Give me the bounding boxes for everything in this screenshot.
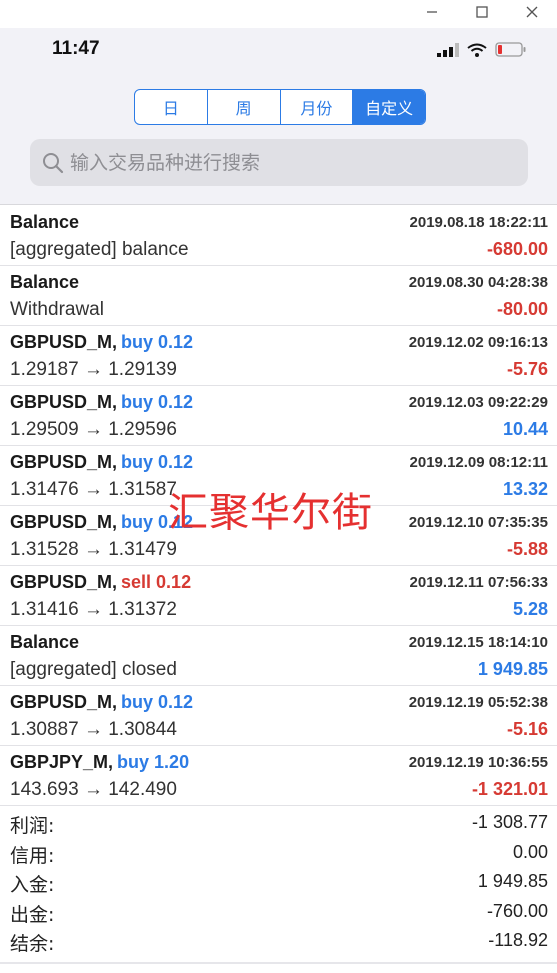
row-action: buy 0.12	[121, 692, 194, 712]
row-date: 2019.12.19 10:36:55	[408, 754, 548, 771]
maximize-icon[interactable]	[457, 0, 507, 24]
tab-day[interactable]: 日	[135, 90, 208, 124]
row-description: 1.30887 → 1.30844	[10, 719, 177, 740]
tab-month[interactable]: 月份	[281, 90, 354, 124]
row-action: sell 0.12	[121, 572, 192, 592]
row-profit: -5.76	[506, 359, 548, 379]
row-date: 2019.08.18 18:22:11	[409, 214, 548, 231]
period-segmented-control: 日 周 月份 自定义	[134, 89, 426, 125]
close-icon[interactable]	[507, 0, 557, 24]
row-symbol: GBPJPY_M,	[10, 752, 114, 772]
row-symbol: GBPUSD_M,	[10, 512, 118, 532]
status-bar: 11:47	[0, 28, 557, 68]
history-row[interactable]: GBPUSD_M, buy 0.12 2019.12.19 05:52:38 1.…	[0, 686, 557, 746]
row-action: buy 0.12	[121, 392, 194, 412]
history-row[interactable]: Balance 2019.12.15 18:14:10 [aggregated]…	[0, 626, 557, 686]
header: 日 周 月份 自定义	[0, 68, 557, 205]
row-action: buy 0.12	[121, 332, 194, 352]
row-description: 1.31476 → 1.31587	[10, 479, 177, 500]
watermark-text: 汇聚华尔街	[168, 490, 373, 536]
signal-icon	[437, 42, 459, 57]
row-description: 143.693 → 142.490	[10, 779, 177, 800]
search-bar[interactable]	[30, 139, 528, 186]
row-symbol: GBPUSD_M,	[10, 332, 118, 352]
search-icon	[43, 152, 64, 173]
tab-week[interactable]: 周	[208, 90, 281, 124]
wifi-icon	[467, 43, 487, 57]
row-symbol: Balance	[10, 212, 80, 232]
row-symbol: GBPUSD_M,	[10, 452, 118, 472]
row-action: buy 1.20	[117, 752, 190, 772]
summary-label: 利润:	[10, 815, 55, 837]
row-date: 2019.12.10 07:35:35	[408, 514, 548, 531]
row-profit: -680.00	[486, 239, 548, 259]
row-description: Withdrawal	[10, 299, 104, 320]
summary-row-profit: 利润: -1 308.77	[0, 808, 557, 838]
summary-label: 信用:	[10, 844, 55, 867]
summary-value: -118.92	[488, 930, 548, 951]
battery-icon	[495, 42, 526, 57]
summary-row-deposit: 入金: 1 949.85	[0, 867, 557, 897]
summary-value: -760.00	[486, 900, 548, 921]
row-symbol: Balance	[10, 632, 80, 652]
history-row[interactable]: GBPUSD_M, sell 0.12 2019.12.11 07:56:33 1…	[0, 566, 557, 626]
summary-row-credit: 信用: 0.00	[0, 838, 557, 868]
row-symbol: GBPUSD_M,	[10, 572, 118, 592]
row-date: 2019.08.30 04:28:38	[408, 274, 548, 291]
row-action: buy 0.12	[121, 452, 194, 472]
summary-label: 入金:	[10, 874, 55, 897]
summary-row-withdrawal: 出金: -760.00	[0, 897, 557, 927]
row-description: 1.31416 → 1.31372	[10, 599, 177, 620]
row-profit: -80.00	[496, 299, 548, 319]
status-time: 11:47	[52, 38, 100, 59]
row-date: 2019.12.11 07:56:33	[409, 574, 548, 591]
row-description: [aggregated] closed	[10, 659, 177, 680]
summary-value: -1 308.77	[471, 812, 548, 832]
row-symbol: GBPUSD_M,	[10, 392, 118, 412]
row-date: 2019.12.02 09:16:13	[408, 334, 548, 351]
history-row[interactable]: GBPUSD_M, buy 0.12 2019.12.03 09:22:29 1.…	[0, 386, 557, 446]
tab-custom[interactable]: 自定义	[353, 90, 425, 124]
window-controls	[407, 0, 557, 24]
summary-value: 1 949.85	[477, 871, 548, 892]
summary-section: 利润: -1 308.77 信用: 0.00 入金: 1 949.85 出金: …	[0, 808, 557, 956]
row-description: 1.29187 → 1.29139	[10, 359, 177, 380]
row-profit: -5.88	[506, 539, 548, 559]
row-description: 1.31528 → 1.31479	[10, 539, 177, 560]
row-description: [aggregated] balance	[10, 239, 189, 260]
minimize-icon[interactable]	[407, 0, 457, 24]
row-date: 2019.12.19 05:52:38	[408, 694, 548, 711]
row-profit: 1 949.85	[477, 659, 548, 679]
summary-row-balance: 结余: -118.92	[0, 926, 557, 956]
row-profit: 10.44	[502, 419, 548, 439]
status-icons	[437, 42, 527, 57]
row-profit: -5.16	[506, 719, 548, 739]
summary-label: 出金:	[10, 903, 55, 926]
search-input[interactable]	[70, 151, 490, 174]
row-profit: -1 321.01	[471, 779, 548, 799]
history-row[interactable]: Balance 2019.08.18 18:22:11 [aggregated]…	[0, 206, 557, 266]
row-profit: 5.28	[512, 599, 548, 619]
summary-value: 0.00	[512, 841, 548, 862]
history-row[interactable]: Balance 2019.08.30 04:28:38 Withdrawal -…	[0, 266, 557, 326]
divider	[0, 962, 557, 964]
row-symbol: GBPUSD_M,	[10, 692, 118, 712]
row-date: 2019.12.15 18:14:10	[408, 634, 548, 651]
row-date: 2019.12.09 08:12:11	[409, 454, 548, 471]
row-symbol: Balance	[10, 272, 80, 292]
history-row[interactable]: GBPJPY_M, buy 1.20 2019.12.19 10:36:55 14…	[0, 746, 557, 806]
row-profit: 13.32	[502, 479, 548, 499]
row-description: 1.29509 → 1.29596	[10, 419, 177, 440]
summary-label: 结余:	[10, 933, 55, 956]
history-row[interactable]: GBPUSD_M, buy 0.12 2019.12.02 09:16:13 1.…	[0, 326, 557, 386]
row-date: 2019.12.03 09:22:29	[408, 394, 548, 411]
